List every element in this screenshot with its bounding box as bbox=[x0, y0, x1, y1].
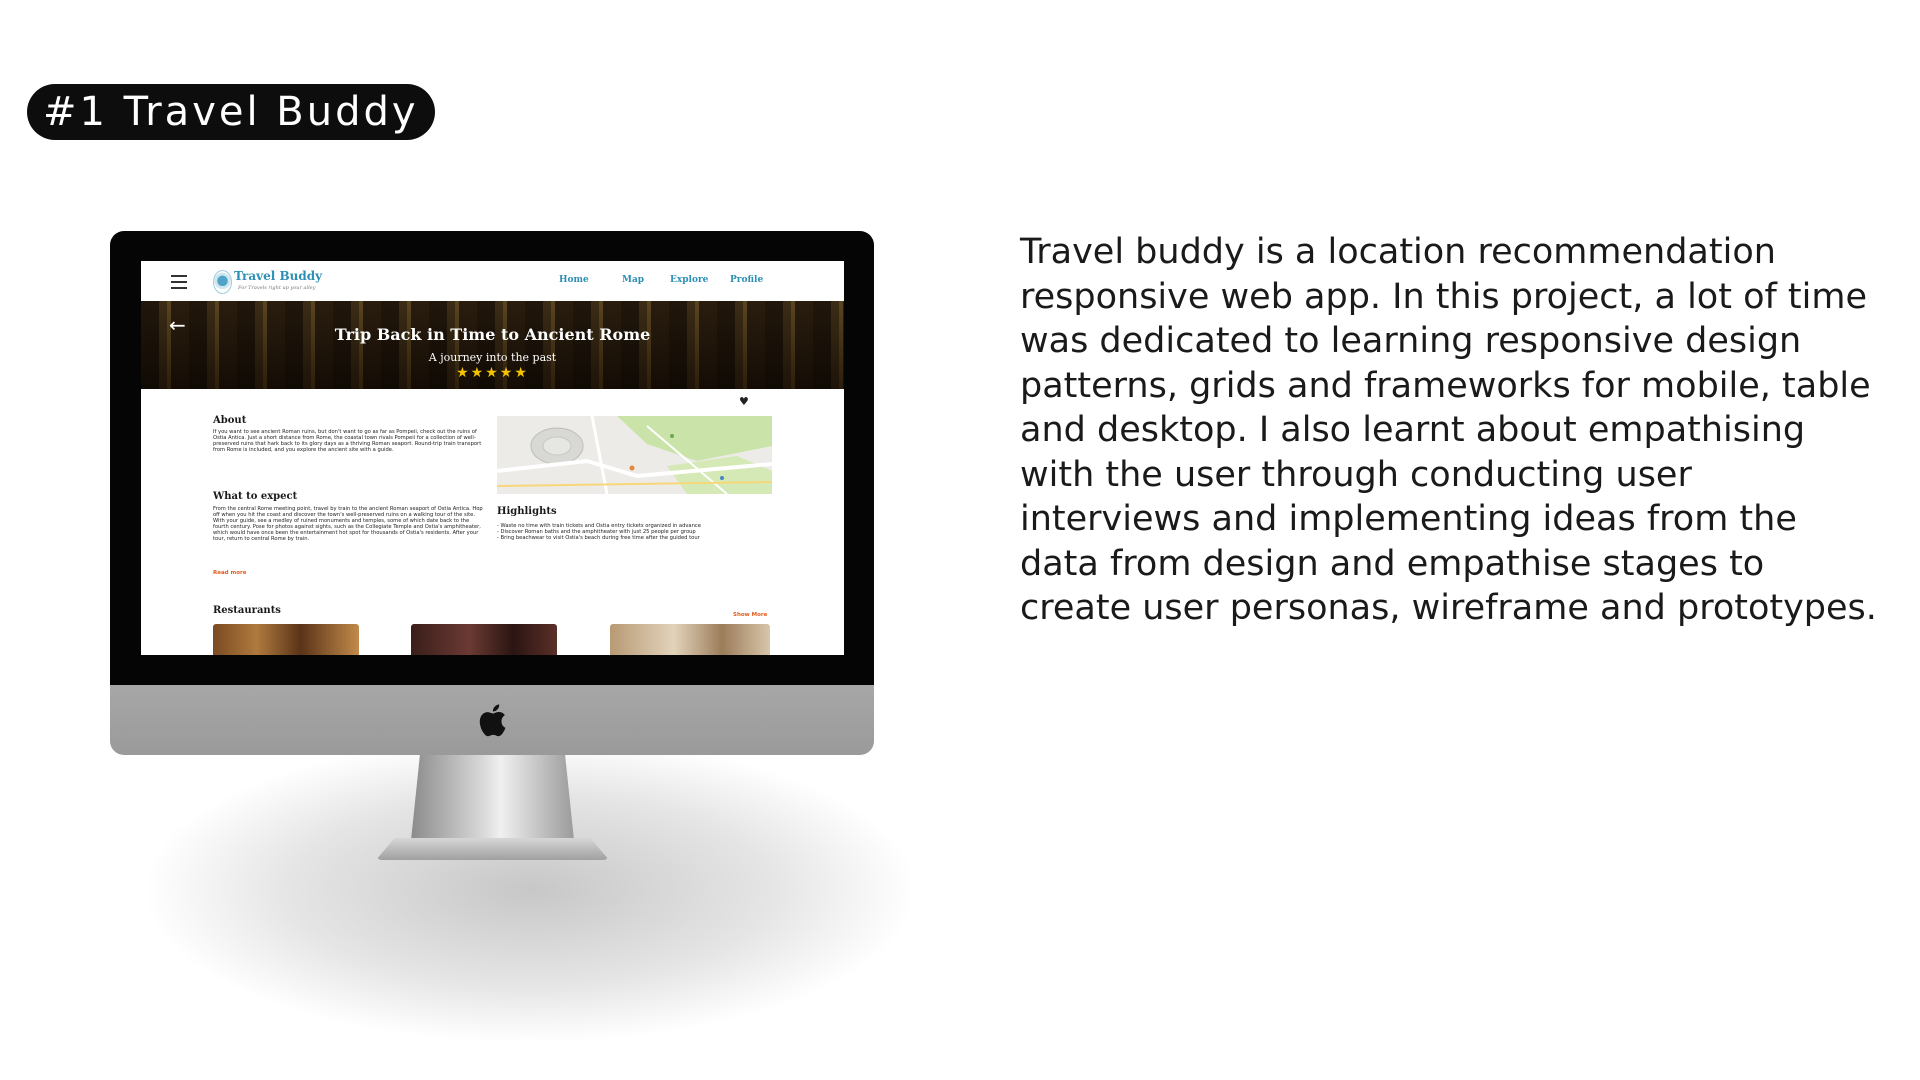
nav-home[interactable]: Home bbox=[559, 275, 589, 285]
slide-title: #1 Travel Buddy bbox=[27, 84, 435, 140]
expect-body: From the central Rome meeting point, tra… bbox=[213, 506, 483, 542]
monitor-stand-neck bbox=[410, 755, 575, 850]
nav-map[interactable]: Map bbox=[622, 275, 644, 285]
monitor-stand-foot bbox=[376, 838, 609, 860]
logo-tagline: For Travels right up your alley bbox=[238, 285, 316, 291]
location-map[interactable] bbox=[497, 416, 772, 494]
apple-logo-icon bbox=[479, 704, 506, 737]
logo-globe-icon bbox=[213, 270, 232, 294]
app-screen: Travel Buddy For Travels right up your a… bbox=[141, 261, 844, 655]
logo-name[interactable]: Travel Buddy bbox=[234, 269, 322, 283]
read-more-link[interactable]: Read more bbox=[213, 570, 246, 576]
nav-explore[interactable]: Explore bbox=[670, 275, 708, 285]
slide-description: Travel buddy is a location recommendatio… bbox=[1020, 232, 1877, 628]
favorite-heart-icon[interactable]: ♥ bbox=[739, 395, 749, 408]
about-body: If you want to see ancient Roman ruins, … bbox=[213, 429, 482, 453]
app-navbar: Travel Buddy For Travels right up your a… bbox=[141, 261, 844, 301]
hero-subtitle: A journey into the past bbox=[428, 351, 557, 364]
restaurant-card[interactable] bbox=[610, 624, 770, 655]
highlight-item: - Bring beachwear to visit Ostia's beach… bbox=[497, 535, 700, 541]
hero-title: Trip Back in Time to Ancient Rome bbox=[334, 325, 651, 344]
expect-heading: What to expect bbox=[213, 491, 298, 502]
nav-profile[interactable]: Profile bbox=[730, 275, 763, 285]
restaurant-card[interactable] bbox=[213, 624, 359, 655]
hamburger-menu-icon[interactable] bbox=[171, 275, 187, 289]
restaurant-card[interactable] bbox=[411, 624, 557, 655]
about-heading: About bbox=[213, 415, 247, 426]
hero-banner: ← Trip Back in Time to Ancient Rome A jo… bbox=[141, 301, 844, 389]
restaurants-heading: Restaurants bbox=[213, 605, 281, 616]
rating-stars: ★★★★★ bbox=[456, 365, 529, 381]
show-more-link[interactable]: Show More bbox=[733, 612, 767, 618]
highlights-heading: Highlights bbox=[497, 506, 557, 517]
